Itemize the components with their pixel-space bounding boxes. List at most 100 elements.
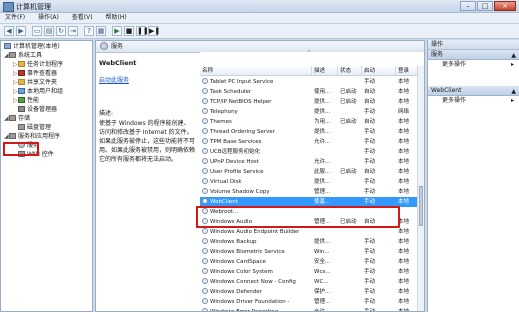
restart-service-button[interactable]: ▶❚ (148, 26, 160, 36)
action-more-actions-webclient[interactable]: 更多操作 ▸ (428, 96, 519, 106)
service-logon: 本地 (398, 249, 410, 255)
table-row[interactable]: Windows Biometric Service Win... 手动 本地 (200, 247, 418, 257)
service-desc: 允许... (314, 309, 331, 312)
service-gear-icon (202, 158, 208, 164)
table-row[interactable]: Windows Color System Wcs... 手动 本地 (200, 267, 418, 277)
submenu-arrow-icon: ▸ (510, 61, 514, 68)
service-startup: 自动 (364, 99, 376, 105)
actions-title: 操作 (428, 40, 519, 50)
table-row[interactable]: Telephony 提供... 手动 网络 (200, 107, 418, 117)
service-name: TCP/IP NetBIOS Helper (210, 99, 272, 105)
tree-item-task-scheduler[interactable]: ▷ 任务计划程序 (13, 61, 63, 69)
maximize-button[interactable]: □ (477, 1, 493, 11)
actions-section-services[interactable]: 服务 ▲ (428, 50, 519, 60)
service-startup: 手动 (364, 269, 376, 275)
refresh-button[interactable]: ↻ (56, 26, 66, 36)
close-button[interactable]: × (494, 1, 516, 11)
menu-view[interactable]: 查看(V) (72, 13, 93, 23)
service-gear-icon (202, 178, 208, 184)
table-row[interactable]: Windows Backup 提供... 手动 本地 (200, 237, 418, 247)
tree-item-event-viewer[interactable]: ▷ 事件查看器 (13, 70, 57, 78)
menu-action[interactable]: 操作(A) (38, 13, 59, 23)
table-row[interactable]: TCP/IP NetBIOS Helper 提供... 已启动 自动 本地 (200, 97, 418, 107)
help-button[interactable]: ? (84, 26, 94, 36)
col-logon[interactable]: 登录 (396, 66, 418, 76)
tools-icon (9, 52, 16, 58)
show-tree-button[interactable]: ▤ (44, 26, 54, 36)
service-name: Windows Connect Now - Config (210, 279, 296, 285)
service-gear-icon (202, 108, 208, 114)
service-gear-icon (202, 138, 208, 144)
table-row[interactable]: Windows CardSpace 安全... 手动 本地 (200, 257, 418, 267)
table-row[interactable]: Volume Shadow Copy 管理... 手动 本地 (200, 187, 418, 197)
table-row[interactable]: User Profile Service 此服... 已启动 自动 本地 (200, 167, 418, 177)
pause-service-button[interactable]: ❚❚ (136, 26, 149, 36)
service-name: Thread Ordering Server (210, 129, 275, 135)
actions-section-webclient[interactable]: WebClient ▲ (428, 86, 519, 96)
collapse-up-icon[interactable]: ▲ (511, 87, 516, 96)
menu-file[interactable]: 文件(F) (5, 13, 25, 23)
tree-item-local-users[interactable]: ▷ 本地用户和组 (13, 88, 63, 96)
service-logon: 本地 (398, 99, 410, 105)
tree-item-disk-management[interactable]: 磁盘管理 (13, 124, 51, 132)
service-name: TPM Base Services (210, 139, 262, 145)
col-desc[interactable]: 描述 (312, 66, 338, 76)
service-startup: 手动 (364, 159, 376, 165)
task-scheduler-icon (18, 61, 25, 67)
minimize-button[interactable]: – (460, 1, 476, 11)
service-startup: 自动 (364, 169, 376, 175)
tree-item-performance[interactable]: ▷ 性能 (13, 97, 39, 105)
properties-button[interactable]: ▦ (96, 26, 106, 36)
service-startup: 手动 (364, 259, 376, 265)
col-startup[interactable]: 启动 (362, 66, 396, 76)
stop-service-button[interactable]: ■ (124, 26, 134, 36)
table-row[interactable]: Windows Error Reporting 允许... 手动 本地 (200, 307, 418, 312)
service-name: Themes (210, 119, 232, 125)
service-startup: 手动 (364, 249, 376, 255)
forward-button[interactable]: ▶ (16, 26, 26, 36)
menu-help[interactable]: 帮助(H) (106, 13, 127, 23)
vertical-scrollbar[interactable] (417, 66, 424, 311)
service-logon: 本地 (398, 299, 410, 305)
table-row[interactable]: Themes 为用... 已启动 自动 本地 (200, 117, 418, 127)
service-desc: 管理... (314, 299, 331, 305)
scrollbar-thumb[interactable] (419, 186, 423, 226)
tree-root[interactable]: 计算机管理(本地) (4, 43, 60, 51)
back-button[interactable]: ◀ (4, 26, 14, 36)
start-service-link[interactable]: 启动此服务 (99, 75, 195, 84)
table-row[interactable]: TPM Base Services 允许... 手动 本地 (200, 137, 418, 147)
service-logon: 本地 (398, 289, 410, 295)
tree-item-device-manager[interactable]: 设备管理器 (13, 106, 57, 114)
table-row[interactable]: Thread Ordering Server 提供... 手动 本地 (200, 127, 418, 137)
table-row[interactable]: UCB远程服务初始化 手动 本地 (200, 147, 418, 157)
service-gear-icon (202, 278, 208, 284)
tree-item-services-apps[interactable]: ◢ 服务和应用程序 (4, 133, 60, 141)
col-status[interactable]: 状态 (338, 66, 362, 76)
shared-folder-icon (18, 79, 25, 85)
start-service-button[interactable]: ▶ (112, 26, 122, 36)
table-row[interactable]: Windows Defender 保护... 手动 本地 (200, 287, 418, 297)
service-name: Task Scheduler (210, 89, 252, 95)
export-list-button[interactable]: ⇥ (68, 26, 78, 36)
table-row[interactable]: Windows Audio Endpoint Builder 本地 (200, 227, 418, 237)
service-logon: 本地 (398, 179, 410, 185)
service-logon: 本地 (398, 159, 410, 165)
collapse-up-icon[interactable]: ▲ (511, 51, 516, 60)
table-row[interactable]: Virtual Disk 提供... 手动 本地 (200, 177, 418, 187)
action-more-actions-services[interactable]: 更多操作 ▸ (428, 60, 519, 70)
service-logon: 本地 (398, 269, 410, 275)
table-row[interactable]: Task Scheduler 使用... 已启动 自动 本地 (200, 87, 418, 97)
service-logon: 本地 (398, 239, 410, 245)
tree-item-shared-folders[interactable]: ▷ 共享文件夹 (13, 79, 57, 87)
tree-item-system-tools[interactable]: ◢ 系统工具 (4, 52, 42, 60)
table-row[interactable]: UPnP Device Host 允许... 手动 本地 (200, 157, 418, 167)
col-name[interactable]: 名称 (200, 66, 312, 76)
up-folder-button[interactable]: ▭ (32, 26, 42, 36)
table-row[interactable]: Tablet PC Input Service 手动 本地 (200, 77, 418, 87)
service-startup: 手动 (364, 129, 376, 135)
table-row[interactable]: Windows Connect Now - Config WC... 手动 本地 (200, 277, 418, 287)
service-logon: 本地 (398, 139, 410, 145)
service-startup: 手动 (364, 149, 376, 155)
tree-item-storage[interactable]: ◢ 存储 (4, 115, 30, 123)
table-row[interactable]: Windows Driver Foundation - 管理... 手动 本地 (200, 297, 418, 307)
